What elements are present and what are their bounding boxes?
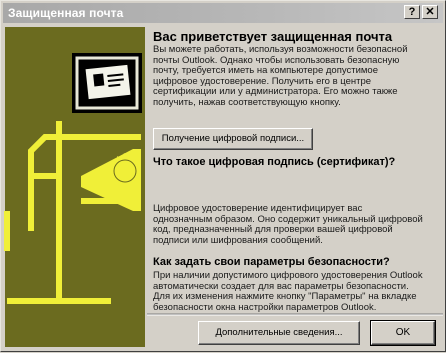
page-title: Вас приветствует защищенная почта [153,29,393,44]
intro-text: Вы можете работать, используя возможност… [153,44,408,108]
section1-text: Цифровое удостоверение идентифицирует ва… [153,203,423,246]
section2-title: Как задать свои параметры безопасности? [153,256,390,268]
certificate-icon [72,53,142,113]
get-digital-id-button[interactable]: Получение цифровой подписи... [153,128,313,150]
section1-title: Что такое цифровая подпись (сертификат)? [153,156,396,168]
section2-text: При наличии допустимого цифрового удосто… [153,270,423,313]
dialog-window: Защищенная почта ? ✕ Вас приветствует за… [0,0,446,352]
ok-button[interactable]: OK [370,320,436,346]
more-info-button[interactable]: Дополнительные сведения... [198,321,360,345]
